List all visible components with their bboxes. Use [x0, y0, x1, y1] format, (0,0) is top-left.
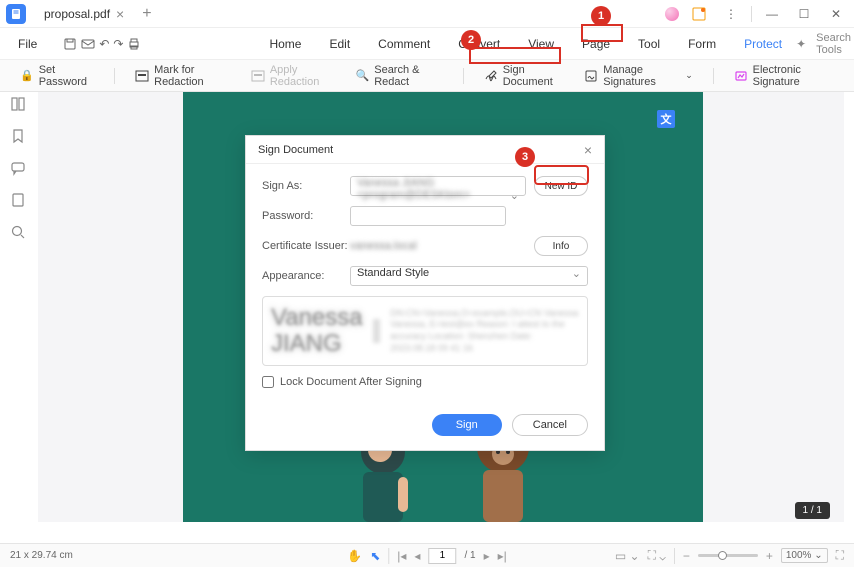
file-menu[interactable]: File	[10, 33, 45, 55]
zoom-select[interactable]: 100% ⌄	[781, 548, 828, 563]
left-sidebar	[0, 92, 38, 522]
menubar: File ↶ ↷ Home Edit Comment Convert View …	[0, 28, 854, 60]
tab-form[interactable]: Form	[678, 31, 726, 57]
first-page-icon[interactable]: |◂	[397, 549, 406, 563]
tab-title: proposal.pdf	[44, 7, 110, 21]
password-input[interactable]	[350, 206, 506, 226]
fit-icon[interactable]: ⛶ ⌄	[648, 548, 666, 563]
next-page-icon[interactable]: ▸	[484, 549, 490, 563]
titlebar: proposal.pdf × + ⋮ — ☐ ✕	[0, 0, 854, 28]
sign-as-select[interactable]: Vanessa JIANG <program@DESKtom>	[350, 176, 526, 196]
zoom-in-icon[interactable]: +	[766, 549, 773, 563]
esign-icon	[734, 69, 748, 83]
sign-as-label: Sign As:	[262, 180, 350, 192]
menu-tabs: Home Edit Comment Convert View Page Tool…	[259, 31, 792, 57]
page-indicator-badge: 1 / 1	[795, 502, 830, 519]
tab-page[interactable]: Page	[572, 31, 620, 57]
tab-home[interactable]: Home	[259, 31, 311, 57]
redo-icon[interactable]: ↷	[113, 34, 123, 54]
dialog-title: Sign Document	[258, 144, 333, 156]
lock-icon: 🔒	[20, 69, 34, 83]
lock-document-checkbox[interactable]: Lock Document After Signing	[262, 376, 588, 388]
page-number-input[interactable]	[428, 548, 456, 564]
sign-document-button[interactable]: Sign Document	[484, 64, 565, 88]
maximize-button[interactable]: ☐	[792, 2, 816, 26]
protect-toolbar: 🔒 Set Password Mark for Redaction Apply …	[0, 60, 854, 92]
tab-edit[interactable]: Edit	[319, 31, 360, 57]
kebab-icon[interactable]: ⋮	[719, 2, 743, 26]
app-icon	[6, 4, 26, 24]
hand-tool-icon[interactable]: ✋	[347, 549, 362, 563]
page-total: / 1	[464, 550, 475, 561]
new-id-button[interactable]: New ID	[534, 176, 588, 196]
set-password-button[interactable]: 🔒 Set Password	[20, 64, 94, 88]
mark-redaction-button[interactable]: Mark for Redaction	[135, 64, 231, 88]
chevron-down-icon: ⌄	[685, 70, 693, 81]
search-sparkle-icon: ✦	[796, 37, 806, 51]
statusbar: 21 x 29.74 cm ✋ ⬉ |◂ ◂ / 1 ▸ ▸| ▭ ⌄ ⛶ ⌄ …	[0, 543, 854, 567]
appearance-select[interactable]: Standard Style	[350, 266, 588, 286]
print-icon[interactable]	[127, 34, 141, 54]
undo-icon[interactable]: ↶	[99, 34, 109, 54]
sign-button[interactable]: Sign	[432, 414, 502, 436]
signature-details: DN:CN=Vanessa,O=example,OU=CN Vanessa Va…	[390, 308, 579, 355]
user-avatar[interactable]	[665, 7, 679, 21]
tab-add-icon[interactable]: +	[142, 5, 151, 23]
page-dimensions: 21 x 29.74 cm	[10, 550, 73, 561]
lock-checkbox-input[interactable]	[262, 376, 274, 388]
fullscreen-icon[interactable]: ⛶	[836, 548, 844, 563]
close-button[interactable]: ✕	[824, 2, 848, 26]
zoom-slider[interactable]	[698, 554, 758, 557]
electronic-signature-button[interactable]: Electronic Signature	[734, 64, 834, 88]
prev-page-icon[interactable]: ◂	[414, 549, 420, 563]
sign-document-dialog: Sign Document × Sign As: Vanessa JIANG <…	[245, 135, 605, 451]
document-tab[interactable]: proposal.pdf ×	[34, 2, 134, 26]
tab-view[interactable]: View	[518, 31, 564, 57]
apply-redaction-button: Apply Redaction	[251, 64, 336, 88]
notification-icon[interactable]	[687, 2, 711, 26]
bookmark-icon[interactable]	[10, 128, 28, 146]
search-tools[interactable]: Search Tools	[816, 32, 851, 56]
dialog-close-icon[interactable]: ×	[584, 142, 592, 158]
save-icon[interactable]	[63, 34, 77, 54]
redaction-icon	[135, 69, 149, 83]
signature-icon	[484, 69, 498, 83]
tab-protect[interactable]: Protect	[734, 31, 792, 57]
search-icon[interactable]	[10, 224, 28, 242]
last-page-icon[interactable]: ▸|	[498, 549, 507, 563]
callout-1: 1	[591, 6, 611, 26]
select-tool-icon[interactable]: ⬉	[370, 549, 380, 563]
callout-2: 2	[461, 30, 481, 50]
dialog-header: Sign Document ×	[246, 136, 604, 164]
cert-issuer-value: vanessa.local	[350, 240, 526, 252]
cert-issuer-label: Certificate Issuer:	[262, 240, 350, 252]
tab-tool[interactable]: Tool	[628, 31, 670, 57]
search-redact-icon: 🔍	[356, 69, 370, 83]
zoom-out-icon[interactable]: −	[683, 549, 690, 563]
view-mode-icon[interactable]: ▭ ⌄	[615, 549, 640, 563]
search-redact-button[interactable]: 🔍 Search & Redact	[356, 64, 443, 88]
callout-3: 3	[515, 147, 535, 167]
password-label: Password:	[262, 210, 350, 222]
manage-sig-icon	[584, 69, 598, 83]
mail-icon[interactable]	[81, 34, 95, 54]
comment-icon[interactable]	[10, 160, 28, 178]
signature-preview: Vanessa JIANG DN:CN=Vanessa,O=example,OU…	[262, 296, 588, 366]
apply-redaction-icon	[251, 69, 265, 83]
tab-comment[interactable]: Comment	[368, 31, 440, 57]
tab-close-icon[interactable]: ×	[116, 6, 124, 22]
translate-badge[interactable]: 文	[657, 110, 675, 128]
appearance-label: Appearance:	[262, 270, 350, 282]
attachment-icon[interactable]	[10, 192, 28, 210]
signature-name: Vanessa JIANG	[271, 305, 363, 358]
signature-badge	[373, 319, 381, 343]
thumbnails-icon[interactable]	[10, 96, 28, 114]
cancel-button[interactable]: Cancel	[512, 414, 588, 436]
info-button[interactable]: Info	[534, 236, 588, 256]
minimize-button[interactable]: —	[760, 2, 784, 26]
manage-signatures-button[interactable]: Manage Signatures ⌄	[584, 64, 693, 88]
